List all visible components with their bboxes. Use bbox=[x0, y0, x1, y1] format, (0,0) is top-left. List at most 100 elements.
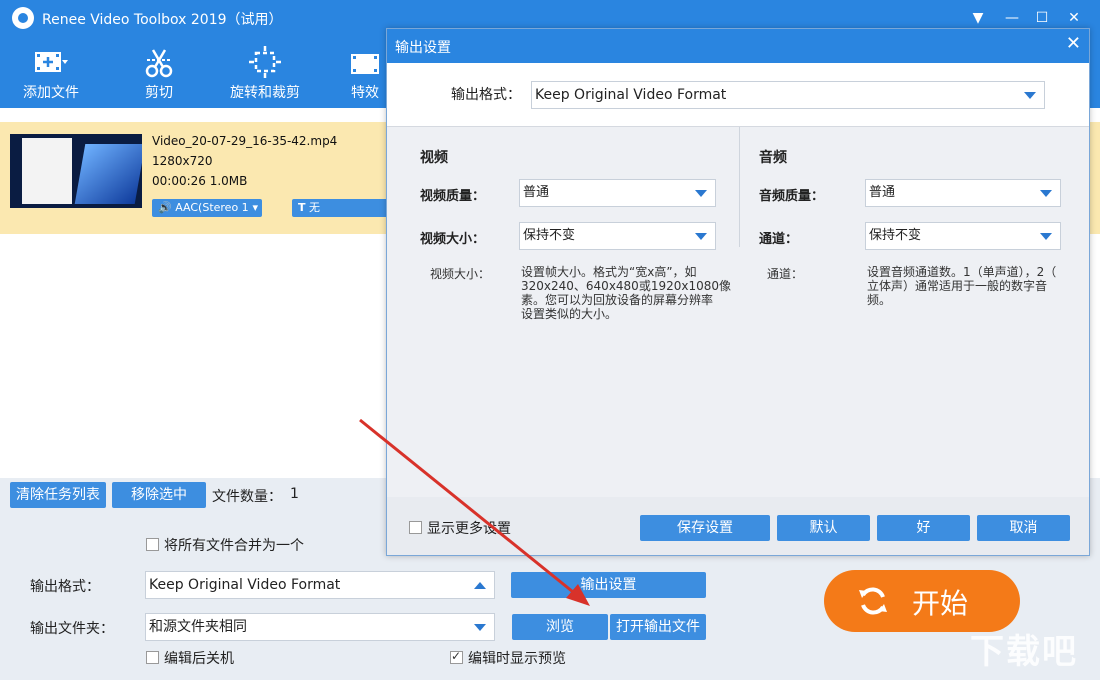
add-file-label: 添加文件 bbox=[23, 85, 79, 101]
video-quality-label: 视频质量： bbox=[420, 189, 486, 204]
dialog-format-row: 输出格式： Keep Original Video Format bbox=[387, 63, 1089, 127]
output-format-label: 输出格式： bbox=[30, 579, 100, 595]
dialog-footer: 显示更多设置 保存设置 默认 好 取消 bbox=[387, 497, 1089, 555]
file-count: 1 bbox=[290, 486, 299, 502]
cut-button[interactable]: 剪切 bbox=[130, 36, 188, 108]
crop-rotate-icon bbox=[249, 46, 281, 78]
file-name: Video_20-07-29_16-35-42.mp4 bbox=[152, 134, 338, 148]
merge-all-checkbox[interactable] bbox=[146, 538, 159, 551]
film-effects-icon bbox=[351, 54, 379, 74]
chevron-down-icon bbox=[1040, 190, 1052, 197]
subtitle-select[interactable]: T 无 bbox=[292, 199, 388, 217]
app-title: Renee Video Toolbox 2019（试用） bbox=[42, 12, 283, 28]
add-file-button[interactable]: 添加文件 bbox=[14, 36, 88, 108]
channel-hint-label: 通道： bbox=[767, 267, 804, 281]
output-folder-value: 和源文件夹相同 bbox=[149, 619, 247, 635]
start-label: 开始 bbox=[912, 587, 969, 620]
video-size-hint-line-1: 设置帧大小。格式为“宽x高”，如 bbox=[521, 265, 697, 279]
video-size-hint-line-2: 320x240、640x480或1920x1080像 bbox=[521, 279, 732, 293]
close-icon[interactable]: ✕ bbox=[1062, 6, 1086, 30]
clear-tasks-button[interactable]: 清除任务列表 bbox=[10, 482, 106, 508]
video-thumbnail bbox=[10, 134, 142, 208]
output-settings-dialog: 输出设置 ✕ 输出格式： Keep Original Video Format … bbox=[386, 28, 1090, 556]
video-size-label: 视频大小： bbox=[420, 232, 486, 247]
audio-section-title: 音频 bbox=[759, 150, 787, 166]
video-section-title: 视频 bbox=[420, 150, 448, 166]
dialog-format-select[interactable]: Keep Original Video Format bbox=[531, 81, 1045, 109]
text-icon: T bbox=[298, 201, 306, 214]
column-divider bbox=[739, 127, 740, 247]
watermark-logo: 下载吧 bbox=[970, 632, 1078, 672]
output-settings-button[interactable]: 输出设置 bbox=[511, 572, 706, 598]
output-format-value: Keep Original Video Format bbox=[149, 577, 341, 593]
chevron-down-icon: ▾ bbox=[252, 201, 258, 214]
channel-label: 通道： bbox=[759, 232, 799, 247]
audio-quality-value: 普通 bbox=[869, 185, 896, 200]
video-size-hint-label: 视频大小： bbox=[430, 267, 491, 281]
video-size-hint-line-4: 设置类似的大小。 bbox=[521, 307, 618, 321]
minimize-icon[interactable]: — bbox=[1000, 6, 1024, 30]
video-quality-select[interactable]: 普通 bbox=[519, 179, 716, 207]
output-folder-select[interactable]: 和源文件夹相同 bbox=[145, 613, 495, 641]
chevron-up-icon bbox=[474, 582, 486, 589]
audio-track-select[interactable]: 🔊 AAC(Stereo 1 ▾ bbox=[152, 199, 262, 217]
show-more-checkbox[interactable] bbox=[409, 521, 422, 534]
scissors-icon bbox=[145, 49, 173, 78]
chevron-down-icon bbox=[695, 233, 707, 240]
film-add-icon bbox=[35, 52, 68, 72]
channel-select[interactable]: 保持不变 bbox=[865, 222, 1061, 250]
dialog-title: 输出设置 bbox=[395, 40, 451, 56]
save-settings-button[interactable]: 保存设置 bbox=[640, 515, 770, 541]
chevron-down-icon bbox=[1040, 233, 1052, 240]
dialog-close-icon[interactable]: ✕ bbox=[1066, 33, 1081, 54]
browse-button[interactable]: 浏览 bbox=[512, 614, 608, 640]
chevron-down-icon bbox=[1024, 92, 1036, 99]
merge-all-label: 将所有文件合并为一个 bbox=[164, 538, 304, 554]
video-size-hint-line-3: 素。您可以为回放设备的屏幕分辨率 bbox=[521, 293, 714, 307]
channel-hint-line-2: 立体声）通常适用于一般的数字音 bbox=[867, 279, 1048, 293]
shutdown-after-checkbox[interactable] bbox=[146, 651, 159, 664]
rotate-crop-label: 旋转和裁剪 bbox=[230, 85, 300, 101]
video-quality-value: 普通 bbox=[523, 185, 550, 200]
chevron-down-icon bbox=[474, 624, 486, 631]
default-button[interactable]: 默认 bbox=[777, 515, 870, 541]
show-preview-checkbox[interactable] bbox=[450, 649, 463, 664]
dialog-body: 视频 视频质量： 普通 视频大小： 保持不变 视频大小： 设置帧大小。格式为“宽… bbox=[387, 127, 1089, 497]
rotate-crop-button[interactable]: 旋转和裁剪 bbox=[222, 36, 308, 108]
file-count-label: 文件数量： bbox=[212, 489, 282, 505]
remove-selected-button[interactable]: 移除选中 bbox=[112, 482, 206, 508]
file-duration-size: 00:00:26 1.0MB bbox=[152, 174, 248, 188]
output-format-select[interactable]: Keep Original Video Format bbox=[145, 571, 495, 599]
ok-button[interactable]: 好 bbox=[877, 515, 970, 541]
start-button[interactable]: 开始 bbox=[824, 570, 1020, 632]
maximize-icon[interactable]: ☐ bbox=[1030, 6, 1054, 30]
show-more-label: 显示更多设置 bbox=[427, 521, 511, 537]
subtitle-value: 无 bbox=[309, 201, 321, 214]
audio-quality-select[interactable]: 普通 bbox=[865, 179, 1061, 207]
dialog-format-label: 输出格式： bbox=[451, 87, 521, 103]
channel-hint-line-3: 频。 bbox=[867, 293, 892, 307]
chevron-down-icon bbox=[695, 190, 707, 197]
refresh-icon bbox=[859, 587, 887, 615]
effects-label: 特效 bbox=[351, 85, 379, 101]
channel-hint-line-1: 设置音频通道数。1（单声道），2（ bbox=[867, 265, 1057, 279]
file-resolution: 1280x720 bbox=[152, 154, 213, 168]
audio-quality-label: 音频质量： bbox=[759, 189, 825, 204]
shutdown-after-label: 编辑后关机 bbox=[164, 651, 234, 667]
output-folder-label: 输出文件夹： bbox=[30, 621, 114, 637]
channel-value: 保持不变 bbox=[869, 228, 922, 243]
app-logo-icon bbox=[12, 7, 34, 29]
video-size-value: 保持不变 bbox=[523, 228, 576, 243]
audio-track-value: AAC(Stereo 1 bbox=[175, 201, 249, 214]
video-size-select[interactable]: 保持不变 bbox=[519, 222, 716, 250]
dialog-format-value: Keep Original Video Format bbox=[535, 87, 727, 103]
open-output-button[interactable]: 打开输出文件 bbox=[610, 614, 706, 640]
thumbnail-window bbox=[22, 138, 72, 204]
effects-button[interactable]: 特效 bbox=[340, 36, 390, 108]
skin-icon[interactable]: ▼ bbox=[966, 6, 990, 30]
cancel-button[interactable]: 取消 bbox=[977, 515, 1070, 541]
show-preview-label: 编辑时显示预览 bbox=[468, 651, 566, 667]
cut-label: 剪切 bbox=[145, 85, 173, 101]
dialog-title-bar: 输出设置 ✕ bbox=[387, 29, 1089, 63]
thumbnail-wallpaper bbox=[74, 144, 142, 204]
